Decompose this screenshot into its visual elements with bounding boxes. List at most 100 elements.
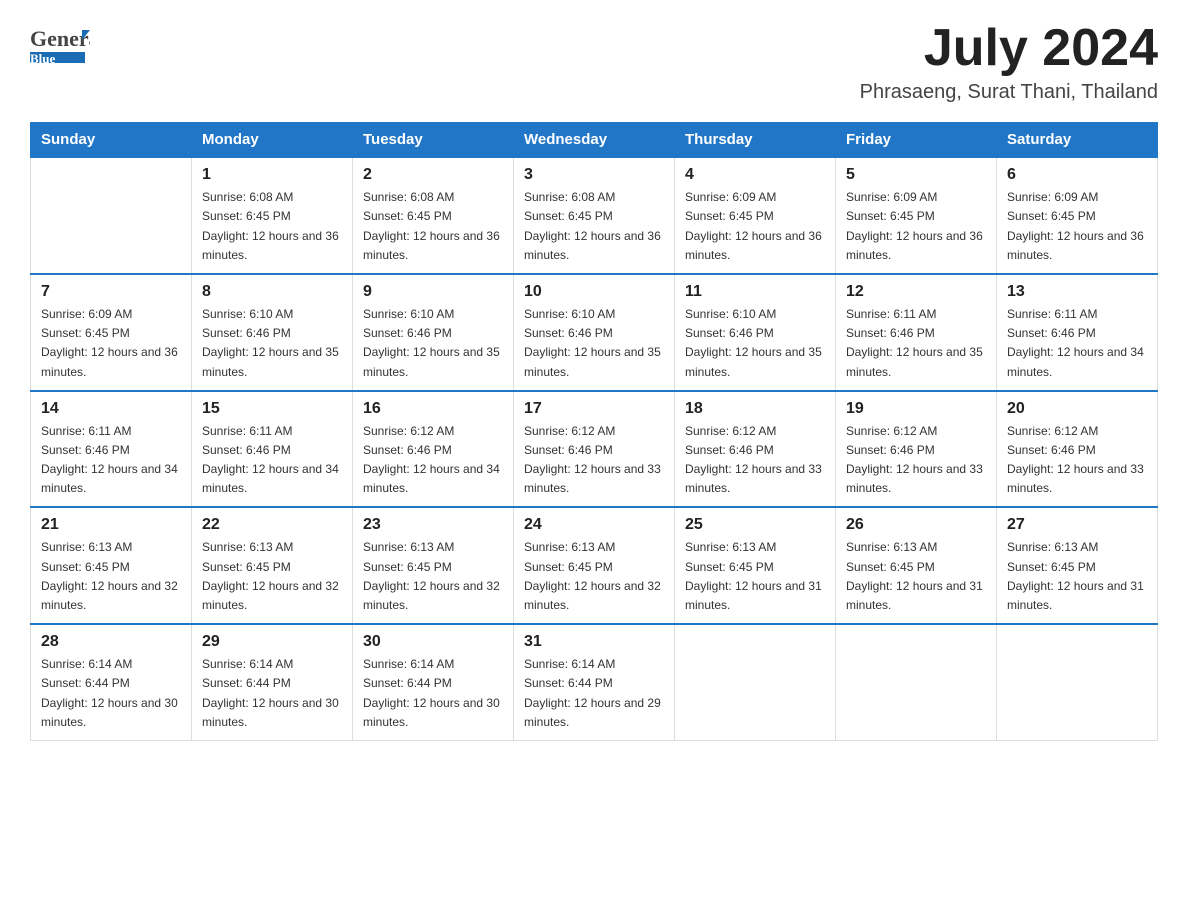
calendar-cell: 13Sunrise: 6:11 AMSunset: 6:46 PMDayligh…: [997, 274, 1158, 391]
day-sun-info: Sunrise: 6:12 AMSunset: 6:46 PMDaylight:…: [685, 422, 825, 499]
day-number: 4: [685, 166, 825, 184]
day-number: 29: [202, 633, 342, 651]
day-sun-info: Sunrise: 6:10 AMSunset: 6:46 PMDaylight:…: [685, 305, 825, 382]
page-header: General Blue July 2024 Phrasaeng, Surat …: [30, 20, 1158, 104]
day-number: 7: [41, 283, 181, 301]
day-of-week-header: Tuesday: [353, 123, 514, 158]
calendar-cell: [675, 624, 836, 740]
calendar-cell: 17 Sunrise: 6:12 AMSunset: 6:46 PMDayligh…: [514, 391, 675, 508]
title-area: July 2024 Phrasaeng, Surat Thani, Thaila…: [860, 20, 1158, 104]
day-number: 30: [363, 633, 503, 651]
calendar-cell: 30 Sunrise: 6:14 AMSunset: 6:44 PMDayligh…: [353, 624, 514, 740]
calendar-cell: 23Sunrise: 6:13 AMSunset: 6:45 PMDayligh…: [353, 507, 514, 624]
day-sun-info: Sunrise: 6:11 AMSunset: 6:46 PMDaylight:…: [202, 422, 342, 499]
calendar-cell: 27 Sunrise: 6:13 AMSunset: 6:45 PMDayligh…: [997, 507, 1158, 624]
calendar-cell: 20 Sunrise: 6:12 AMSunset: 6:46 PMDayligh…: [997, 391, 1158, 508]
day-number: 31: [524, 633, 664, 651]
day-number: 14: [41, 400, 181, 418]
day-of-week-header: Friday: [836, 123, 997, 158]
day-number: 1: [202, 166, 342, 184]
day-sun-info: Sunrise: 6:12 AMSunset: 6:46 PMDaylight:…: [524, 422, 664, 499]
month-year-title: July 2024: [860, 20, 1158, 77]
day-sun-info: Sunrise: 6:13 AMSunset: 6:45 PMDaylight:…: [846, 538, 986, 615]
calendar-cell: 7 Sunrise: 6:09 AMSunset: 6:45 PMDaylight…: [31, 274, 192, 391]
day-number: 27: [1007, 516, 1147, 534]
calendar-cell: 10 Sunrise: 6:10 AMSunset: 6:46 PMDayligh…: [514, 274, 675, 391]
day-sun-info: Sunrise: 6:08 AMSunset: 6:45 PMDaylight:…: [202, 188, 342, 265]
day-sun-info: Sunrise: 6:11 AMSunset: 6:46 PMDaylight:…: [41, 422, 181, 499]
calendar-cell: 21Sunrise: 6:13 AMSunset: 6:45 PMDayligh…: [31, 507, 192, 624]
day-sun-info: Sunrise: 6:09 AMSunset: 6:45 PMDaylight:…: [685, 188, 825, 265]
day-of-week-header: Thursday: [675, 123, 836, 158]
calendar-cell: 5 Sunrise: 6:09 AMSunset: 6:45 PMDaylight…: [836, 157, 997, 274]
day-sun-info: Sunrise: 6:14 AMSunset: 6:44 PMDaylight:…: [202, 655, 342, 732]
day-number: 26: [846, 516, 986, 534]
day-number: 10: [524, 283, 664, 301]
calendar-cell: 22 Sunrise: 6:13 AMSunset: 6:45 PMDayligh…: [192, 507, 353, 624]
calendar-cell: [836, 624, 997, 740]
calendar-cell: 29 Sunrise: 6:14 AMSunset: 6:44 PMDayligh…: [192, 624, 353, 740]
day-sun-info: Sunrise: 6:13 AMSunset: 6:45 PMDaylight:…: [524, 538, 664, 615]
logo-icon: General Blue: [30, 20, 90, 75]
day-number: 25: [685, 516, 825, 534]
day-sun-info: Sunrise: 6:14 AMSunset: 6:44 PMDaylight:…: [363, 655, 503, 732]
svg-text:General: General: [30, 26, 90, 51]
day-sun-info: Sunrise: 6:14 AMSunset: 6:44 PMDaylight:…: [524, 655, 664, 732]
day-number: 5: [846, 166, 986, 184]
day-sun-info: Sunrise: 6:13 AMSunset: 6:45 PMDaylight:…: [202, 538, 342, 615]
day-of-week-header: Monday: [192, 123, 353, 158]
day-number: 18: [685, 400, 825, 418]
day-number: 19: [846, 400, 986, 418]
day-sun-info: Sunrise: 6:14 AMSunset: 6:44 PMDaylight:…: [41, 655, 181, 732]
day-sun-info: Sunrise: 6:09 AMSunset: 6:45 PMDaylight:…: [846, 188, 986, 265]
day-number: 3: [524, 166, 664, 184]
calendar-header-row: SundayMondayTuesdayWednesdayThursdayFrid…: [31, 123, 1158, 158]
day-number: 12: [846, 283, 986, 301]
day-sun-info: Sunrise: 6:12 AMSunset: 6:46 PMDaylight:…: [846, 422, 986, 499]
day-sun-info: Sunrise: 6:11 AMSunset: 6:46 PMDaylight:…: [846, 305, 986, 382]
day-sun-info: Sunrise: 6:10 AMSunset: 6:46 PMDaylight:…: [524, 305, 664, 382]
day-number: 16: [363, 400, 503, 418]
logo: General Blue: [30, 20, 90, 75]
calendar-week-row: 28Sunrise: 6:14 AMSunset: 6:44 PMDayligh…: [31, 624, 1158, 740]
calendar-cell: 2 Sunrise: 6:08 AMSunset: 6:45 PMDaylight…: [353, 157, 514, 274]
calendar-cell: 18 Sunrise: 6:12 AMSunset: 6:46 PMDayligh…: [675, 391, 836, 508]
day-sun-info: Sunrise: 6:10 AMSunset: 6:46 PMDaylight:…: [363, 305, 503, 382]
day-sun-info: Sunrise: 6:12 AMSunset: 6:46 PMDaylight:…: [1007, 422, 1147, 499]
calendar-cell: 11Sunrise: 6:10 AMSunset: 6:46 PMDayligh…: [675, 274, 836, 391]
calendar-cell: 19 Sunrise: 6:12 AMSunset: 6:46 PMDayligh…: [836, 391, 997, 508]
calendar-week-row: 21Sunrise: 6:13 AMSunset: 6:45 PMDayligh…: [31, 507, 1158, 624]
day-sun-info: Sunrise: 6:13 AMSunset: 6:45 PMDaylight:…: [685, 538, 825, 615]
calendar-cell: 3 Sunrise: 6:08 AMSunset: 6:45 PMDaylight…: [514, 157, 675, 274]
calendar-cell: 1 Sunrise: 6:08 AMSunset: 6:45 PMDaylight…: [192, 157, 353, 274]
calendar-cell: 28Sunrise: 6:14 AMSunset: 6:44 PMDayligh…: [31, 624, 192, 740]
day-number: 17: [524, 400, 664, 418]
day-number: 24: [524, 516, 664, 534]
calendar-cell: 12 Sunrise: 6:11 AMSunset: 6:46 PMDayligh…: [836, 274, 997, 391]
location-subtitle: Phrasaeng, Surat Thani, Thailand: [860, 81, 1158, 104]
day-number: 9: [363, 283, 503, 301]
calendar-cell: 4 Sunrise: 6:09 AMSunset: 6:45 PMDaylight…: [675, 157, 836, 274]
day-of-week-header: Sunday: [31, 123, 192, 158]
calendar-week-row: 1 Sunrise: 6:08 AMSunset: 6:45 PMDaylight…: [31, 157, 1158, 274]
day-number: 22: [202, 516, 342, 534]
day-sun-info: Sunrise: 6:08 AMSunset: 6:45 PMDaylight:…: [363, 188, 503, 265]
day-sun-info: Sunrise: 6:13 AMSunset: 6:45 PMDaylight:…: [1007, 538, 1147, 615]
day-of-week-header: Wednesday: [514, 123, 675, 158]
calendar-cell: 15 Sunrise: 6:11 AMSunset: 6:46 PMDayligh…: [192, 391, 353, 508]
day-sun-info: Sunrise: 6:09 AMSunset: 6:45 PMDaylight:…: [1007, 188, 1147, 265]
day-sun-info: Sunrise: 6:09 AMSunset: 6:45 PMDaylight:…: [41, 305, 181, 382]
day-number: 20: [1007, 400, 1147, 418]
day-number: 2: [363, 166, 503, 184]
day-sun-info: Sunrise: 6:08 AMSunset: 6:45 PMDaylight:…: [524, 188, 664, 265]
calendar-week-row: 14 Sunrise: 6:11 AMSunset: 6:46 PMDayligh…: [31, 391, 1158, 508]
calendar-cell: 14 Sunrise: 6:11 AMSunset: 6:46 PMDayligh…: [31, 391, 192, 508]
day-sun-info: Sunrise: 6:10 AMSunset: 6:46 PMDaylight:…: [202, 305, 342, 382]
calendar-week-row: 7 Sunrise: 6:09 AMSunset: 6:45 PMDaylight…: [31, 274, 1158, 391]
calendar-cell: [31, 157, 192, 274]
day-sun-info: Sunrise: 6:12 AMSunset: 6:46 PMDaylight:…: [363, 422, 503, 499]
day-number: 15: [202, 400, 342, 418]
calendar-cell: 24 Sunrise: 6:13 AMSunset: 6:45 PMDayligh…: [514, 507, 675, 624]
calendar-cell: 6Sunrise: 6:09 AMSunset: 6:45 PMDaylight…: [997, 157, 1158, 274]
svg-text:Blue: Blue: [30, 51, 56, 66]
